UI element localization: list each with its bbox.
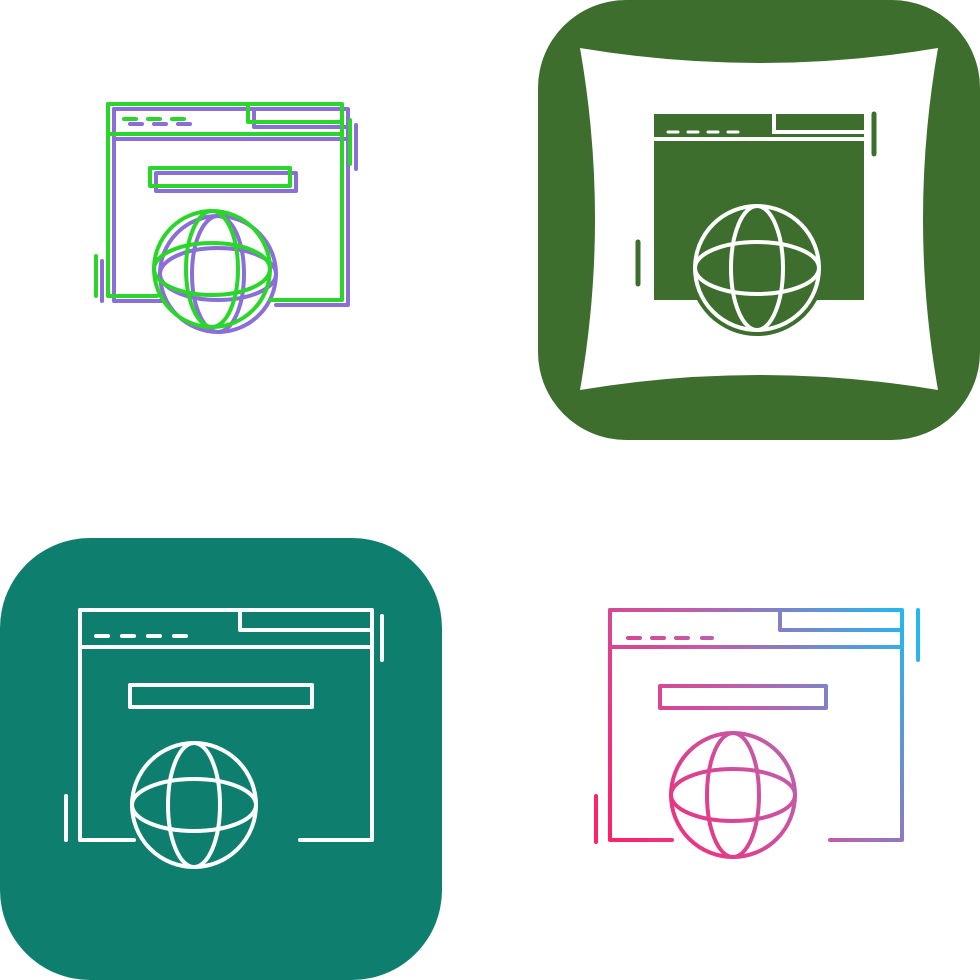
icon-sheet xyxy=(0,0,980,980)
browser-globe-icon xyxy=(594,608,920,859)
icon-variant-line-on-rounded-square xyxy=(0,490,490,980)
icon-variant-duotone-line xyxy=(0,0,490,490)
icon-variant-glyph-on-pillow-badge xyxy=(490,0,980,490)
browser-globe-icon xyxy=(94,102,358,334)
browser-globe-icon xyxy=(0,538,442,980)
browser-globe-icon xyxy=(538,0,980,440)
icon-variant-gradient-line xyxy=(490,490,980,980)
badge-shape xyxy=(0,538,442,980)
